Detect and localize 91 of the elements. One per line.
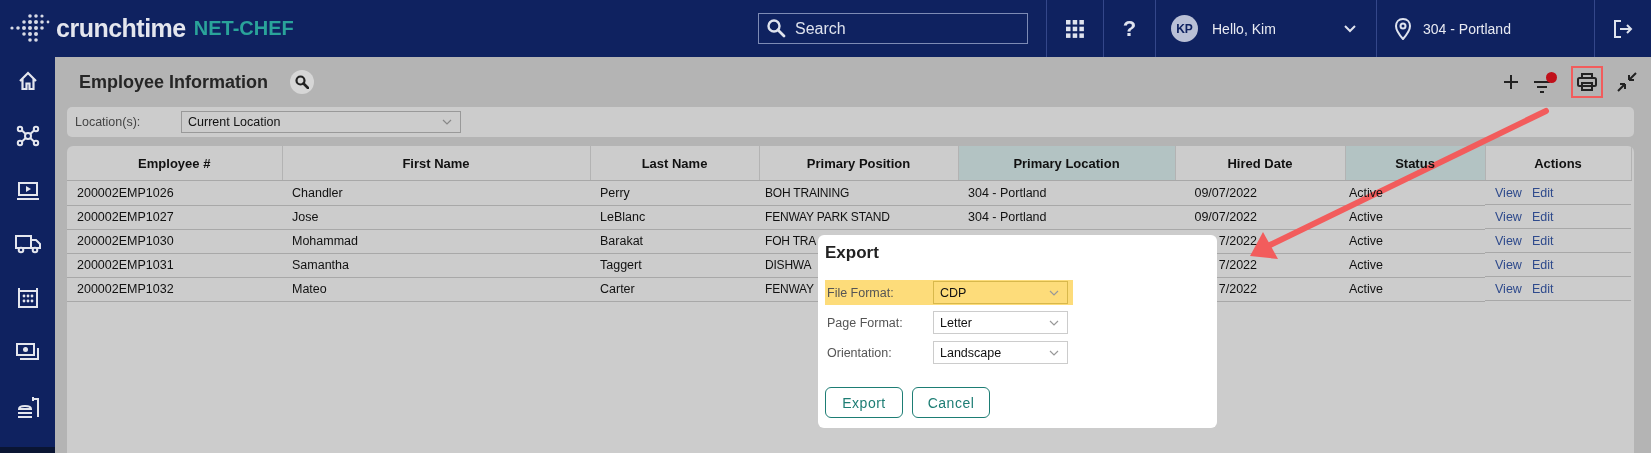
network-icon[interactable] — [15, 124, 40, 148]
print-button[interactable] — [1571, 66, 1603, 98]
schedule-grid-icon[interactable] — [16, 287, 39, 309]
location-select[interactable]: Current Location — [181, 111, 461, 133]
table-cell: DISHWA — [765, 258, 812, 272]
table-cell-text: 7/2022 — [1217, 234, 1257, 248]
chevron-down-icon[interactable] — [1344, 24, 1356, 33]
dialog-button[interactable]: Cancel — [912, 387, 990, 418]
table-cell: 200002EMP1030 — [77, 234, 174, 248]
table-cell: 200002EMP1027 — [77, 210, 174, 224]
row-action-link[interactable]: Edit — [1531, 209, 1554, 224]
table-cell: Active — [1349, 210, 1384, 224]
location-filter-label: Location(s): — [75, 115, 142, 129]
table-cell: Active — [1349, 234, 1384, 248]
page-title: Employee Information — [79, 71, 269, 93]
user-greeting[interactable]: Hello, Kim — [1212, 20, 1276, 37]
column-header[interactable]: First Name — [282, 146, 590, 181]
table-cell-text: 09/07/2022 — [1193, 210, 1257, 224]
search-field[interactable]: Search — [758, 13, 1028, 44]
collapse-icon[interactable] — [1617, 72, 1637, 92]
column-header[interactable]: Hired Date — [1175, 146, 1345, 181]
truck-icon[interactable] — [14, 234, 41, 254]
table-cell: Taggert — [600, 258, 642, 272]
table-cell: FOH TRA — [765, 234, 817, 248]
table-cell: 200002EMP1026 — [77, 185, 174, 200]
column-header[interactable]: Status — [1345, 146, 1485, 181]
product-name: NET-CHEF — [193, 17, 294, 40]
table-cell: Jose — [292, 210, 319, 224]
field-label: Orientation: — [827, 345, 893, 360]
table-cell-text: 7/2022 — [1217, 258, 1257, 272]
row-action-link[interactable]: Edit — [1531, 281, 1554, 296]
table-cell: BOH TRAINING — [765, 185, 850, 200]
table-cell: 200002EMP1031 — [77, 258, 174, 272]
apps-grid-icon[interactable] — [1066, 19, 1084, 38]
row-action-link[interactable]: View — [1495, 185, 1522, 200]
chevron-down-icon — [1049, 349, 1059, 356]
laptop-play-icon[interactable] — [15, 181, 40, 201]
table-cell: FENWAY — [765, 282, 814, 296]
dropdown-field[interactable]: CDP — [933, 281, 1068, 304]
help-button[interactable]: ? — [1122, 15, 1137, 42]
row-action-link[interactable]: View — [1495, 257, 1522, 272]
search-button[interactable] — [290, 70, 315, 94]
table-cell: Perry — [600, 185, 630, 200]
search-icon — [766, 18, 786, 38]
chevron-down-icon — [1049, 289, 1059, 296]
row-action-link[interactable]: View — [1495, 233, 1522, 248]
table-cell: Active — [1349, 282, 1384, 296]
table-cell: LeBlanc — [600, 210, 646, 224]
cash-icon[interactable] — [15, 342, 40, 362]
field-label: Page Format: — [827, 315, 904, 330]
row-action-link[interactable]: Edit — [1531, 257, 1554, 272]
table-cell: Carter — [600, 282, 635, 296]
location-pin-icon — [1395, 17, 1411, 40]
table-cell: Active — [1349, 258, 1384, 272]
chevron-down-icon — [1049, 319, 1059, 326]
row-action-link[interactable]: View — [1495, 281, 1522, 296]
dropdown-field[interactable]: Landscape — [933, 341, 1068, 364]
row-action-link[interactable]: Edit — [1531, 185, 1554, 200]
table-cell: 304 - Portland — [968, 185, 1047, 200]
table-cell: 200002EMP1032 — [77, 282, 174, 296]
column-header[interactable]: Last Name — [590, 146, 759, 181]
dialog-title: Export — [825, 243, 880, 263]
user-avatar[interactable]: KP — [1171, 15, 1198, 42]
filter-button[interactable] — [1533, 71, 1557, 93]
printer-icon — [1577, 73, 1597, 91]
table-cell-text: 09/07/2022 — [1193, 185, 1257, 200]
food-tray-icon[interactable] — [15, 395, 40, 419]
column-header[interactable]: Primary Position — [759, 146, 958, 181]
row-action-link[interactable]: View — [1495, 209, 1522, 224]
table-cell: Samantha — [292, 258, 349, 272]
table-cell: FENWAY PARK STAND — [765, 210, 890, 224]
dialog-button[interactable]: Export — [825, 387, 903, 418]
home-icon[interactable] — [17, 71, 38, 91]
chevron-down-icon — [442, 119, 452, 125]
table-cell-text: 7/2022 — [1217, 282, 1257, 296]
table-cell: Mateo — [292, 282, 327, 296]
logout-icon[interactable] — [1613, 18, 1633, 39]
row-action-link[interactable]: Edit — [1531, 233, 1554, 248]
column-header[interactable]: Actions — [1485, 146, 1631, 181]
search-icon — [295, 75, 310, 89]
field-label: File Format: — [827, 285, 895, 300]
add-icon[interactable] — [1503, 74, 1519, 90]
dropdown-field[interactable]: Letter — [933, 311, 1068, 334]
brand-name: crunchtime — [56, 14, 186, 43]
table-cell: Mohammad — [292, 234, 358, 248]
column-header[interactable]: Employee # — [67, 146, 282, 181]
current-location[interactable]: 304 - Portland — [1423, 20, 1511, 37]
column-header[interactable]: Primary Location — [958, 146, 1175, 181]
table-cell: Barakat — [600, 234, 644, 248]
table-cell: Chandler — [292, 185, 343, 200]
table-cell: 304 - Portland — [968, 210, 1047, 224]
